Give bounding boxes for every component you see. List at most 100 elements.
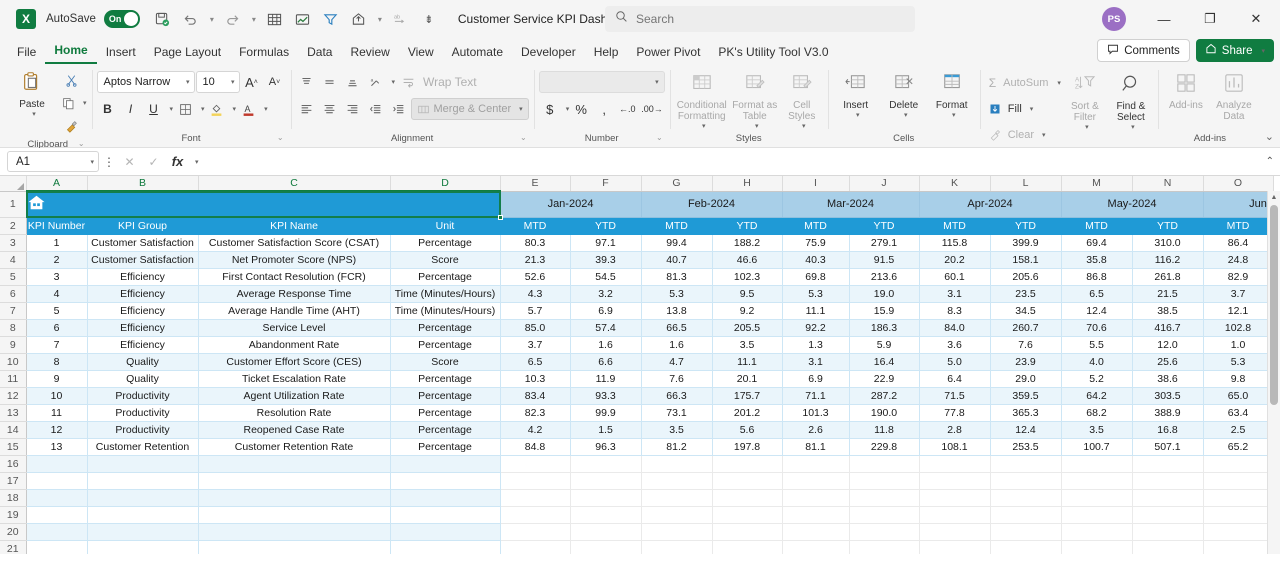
underline-button[interactable]: U — [143, 98, 165, 120]
value-cell[interactable]: 253.5 — [990, 438, 1062, 456]
kpi-number-cell[interactable]: 11 — [26, 404, 88, 422]
tab-data[interactable]: Data — [298, 42, 341, 64]
empty-cell[interactable] — [1061, 489, 1133, 507]
empty-cell[interactable] — [990, 540, 1062, 554]
empty-cell[interactable] — [26, 472, 88, 490]
empty-cell[interactable] — [390, 540, 501, 554]
value-cell[interactable]: 23.9 — [990, 353, 1062, 371]
orientation-caret-icon[interactable]: ▾ — [392, 78, 396, 86]
align-top-button[interactable] — [296, 71, 318, 93]
selection-fill-handle[interactable] — [498, 215, 503, 220]
value-cell[interactable]: 6.4 — [919, 370, 991, 388]
kpi-name-cell[interactable]: Ticket Escalation Rate — [198, 370, 391, 388]
value-cell[interactable]: 190.0 — [849, 404, 920, 422]
value-cell[interactable]: 69.8 — [782, 268, 850, 286]
value-cell[interactable]: 507.1 — [1132, 438, 1204, 456]
value-cell[interactable]: 35.8 — [1061, 251, 1133, 269]
value-cell[interactable]: 116.2 — [1132, 251, 1204, 269]
kpi-group-cell[interactable]: Efficiency — [87, 302, 199, 320]
empty-cell[interactable] — [849, 506, 920, 524]
fill-caret-icon[interactable]: ▾ — [1030, 105, 1034, 113]
empty-cell[interactable] — [712, 489, 783, 507]
row-header-16[interactable]: 16 — [0, 455, 27, 473]
empty-cell[interactable] — [1203, 455, 1274, 473]
empty-cell[interactable] — [990, 489, 1062, 507]
empty-cell[interactable] — [712, 455, 783, 473]
value-cell[interactable]: 6.5 — [1061, 285, 1133, 303]
align-right-button[interactable] — [342, 98, 364, 120]
tab-review[interactable]: Review — [341, 42, 398, 64]
fill-color-button[interactable] — [206, 98, 228, 120]
tab-pks-utility-tool[interactable]: PK's Utility Tool V3.0 — [709, 42, 837, 64]
align-left-button[interactable] — [296, 98, 318, 120]
row-header-13[interactable]: 13 — [0, 404, 27, 422]
column-header-n[interactable]: N — [1132, 176, 1204, 192]
spelling-icon[interactable]: ab — [388, 6, 414, 32]
empty-cell[interactable] — [849, 540, 920, 554]
row-header-5[interactable]: 5 — [0, 268, 27, 286]
undo-dropdown-caret-icon[interactable]: ▾ — [206, 15, 218, 24]
kpi-group-cell[interactable]: Quality — [87, 370, 199, 388]
format-caret-icon[interactable]: ▾ — [952, 112, 956, 120]
kpi-group-cell[interactable]: Productivity — [87, 404, 199, 422]
clear-caret-icon[interactable]: ▾ — [1042, 131, 1046, 139]
kpi-number-cell[interactable]: 12 — [26, 421, 88, 439]
value-cell[interactable]: 101.3 — [782, 404, 850, 422]
empty-cell[interactable] — [390, 523, 501, 541]
value-cell[interactable]: 229.8 — [849, 438, 920, 456]
kpi-number-cell[interactable]: 9 — [26, 370, 88, 388]
borders-caret-icon[interactable]: ▾ — [201, 105, 205, 113]
column-header-l[interactable]: L — [990, 176, 1062, 192]
value-cell[interactable]: 22.9 — [849, 370, 920, 388]
empty-cell[interactable] — [1132, 455, 1204, 473]
borders-button[interactable] — [174, 98, 196, 120]
value-cell[interactable]: 73.1 — [641, 404, 713, 422]
value-cell[interactable]: 81.2 — [641, 438, 713, 456]
empty-cell[interactable] — [500, 506, 571, 524]
font-name-select[interactable]: Aptos Narrow ▾ — [96, 71, 195, 93]
value-cell[interactable]: 83.4 — [500, 387, 571, 405]
row-header-1[interactable]: 1 — [0, 191, 27, 218]
value-cell[interactable]: 399.9 — [990, 234, 1062, 252]
empty-cell[interactable] — [87, 523, 199, 541]
unit-cell[interactable]: Percentage — [390, 404, 501, 422]
value-cell[interactable]: 21.3 — [500, 251, 571, 269]
tab-help[interactable]: Help — [585, 42, 628, 64]
tab-insert[interactable]: Insert — [97, 42, 145, 64]
column-header-c[interactable]: C — [198, 176, 391, 192]
paste-caret-icon[interactable]: ▾ — [32, 111, 36, 119]
empty-cell[interactable] — [570, 506, 642, 524]
empty-cell[interactable] — [500, 472, 571, 490]
value-cell[interactable]: 4.0 — [1061, 353, 1133, 371]
kpi-name-cell[interactable]: Abandonment Rate — [198, 336, 391, 354]
empty-cell[interactable] — [570, 489, 642, 507]
merge-center-button[interactable]: Merge & Center ▾ — [410, 98, 529, 120]
font-name-caret-icon[interactable]: ▾ — [186, 78, 190, 86]
empty-cell[interactable] — [87, 506, 199, 524]
comma-format-button[interactable]: , — [593, 98, 615, 120]
font-dialog-launcher-icon[interactable]: ⌄ — [277, 130, 284, 146]
conditional-formatting-button[interactable]: Conditional Formatting ▾ — [675, 70, 729, 131]
share-arrow-icon[interactable] — [346, 6, 372, 32]
value-cell[interactable]: 2.6 — [782, 421, 850, 439]
value-cell[interactable]: 7.6 — [990, 336, 1062, 354]
row-header-19[interactable]: 19 — [0, 506, 27, 524]
value-cell[interactable]: 1.6 — [641, 336, 713, 354]
tab-home[interactable]: Home — [45, 40, 97, 64]
empty-cell[interactable] — [849, 455, 920, 473]
kpi-name-cell[interactable]: Customer Retention Rate — [198, 438, 391, 456]
kpi-number-cell[interactable]: 2 — [26, 251, 88, 269]
empty-cell[interactable] — [849, 472, 920, 490]
value-cell[interactable]: 197.8 — [712, 438, 783, 456]
table-icon[interactable] — [262, 6, 288, 32]
empty-cell[interactable] — [641, 472, 713, 490]
find-select-caret-icon[interactable]: ▾ — [1131, 124, 1135, 132]
kpi-number-cell[interactable]: 6 — [26, 319, 88, 337]
clear-button[interactable]: Clear ▾ — [985, 124, 1050, 146]
percent-format-button[interactable]: % — [570, 98, 592, 120]
unit-cell[interactable]: Percentage — [390, 336, 501, 354]
empty-cell[interactable] — [198, 506, 391, 524]
tab-view[interactable]: View — [399, 42, 443, 64]
unit-cell[interactable]: Score — [390, 353, 501, 371]
empty-cell[interactable] — [782, 472, 850, 490]
